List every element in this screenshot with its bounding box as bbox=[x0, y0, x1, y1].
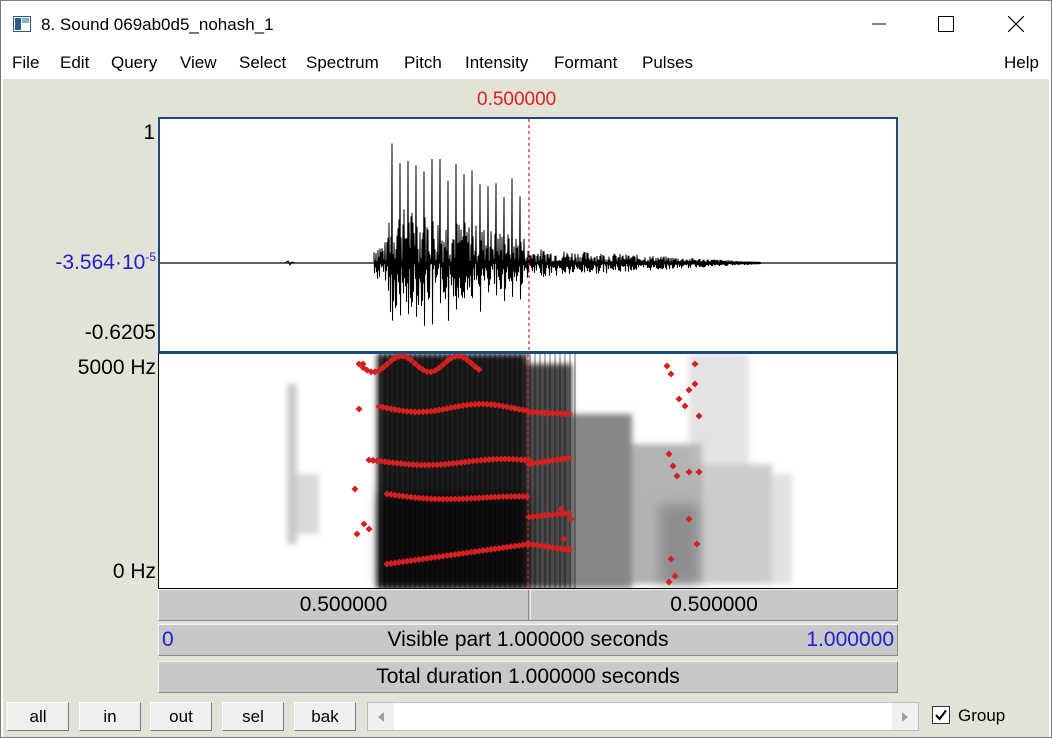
praat-sound-window-icon bbox=[13, 15, 31, 33]
amplitude-min-label: -0.6205 bbox=[84, 321, 156, 344]
formant-point bbox=[355, 405, 363, 413]
visible-end-time: 1.000000 bbox=[806, 628, 894, 651]
menu-query[interactable]: Query bbox=[111, 53, 157, 73]
menu-pitch[interactable]: Pitch bbox=[404, 53, 442, 73]
title-bar[interactable]: 8. Sound 069ab0d5_nohash_1 bbox=[1, 1, 1051, 47]
menu-file[interactable]: File bbox=[12, 53, 39, 73]
zoom-in-button[interactable]: in bbox=[79, 702, 141, 731]
selection-right-duration[interactable]: 0.500000 bbox=[530, 590, 897, 620]
selection-bar[interactable]: 0.500000 0.500000 bbox=[158, 589, 898, 621]
scroll-right-arrow-icon[interactable] bbox=[892, 703, 918, 730]
waveform-plot bbox=[160, 119, 896, 351]
menu-pulses[interactable]: Pulses bbox=[642, 53, 693, 73]
formant-point bbox=[360, 520, 368, 528]
amplitude-max-label: 1 bbox=[143, 121, 155, 144]
menu-formant[interactable]: Formant bbox=[554, 53, 617, 73]
group-label: Group bbox=[958, 706, 1006, 725]
zoom-out-button[interactable]: out bbox=[150, 702, 212, 731]
waveform-trace bbox=[160, 143, 896, 326]
visible-part-text: Visible part 1.000000 seconds bbox=[387, 628, 669, 651]
zoom-selection-button[interactable]: sel bbox=[222, 702, 284, 731]
total-duration-text: Total duration 1.000000 seconds bbox=[376, 665, 680, 688]
menu-view[interactable]: View bbox=[180, 53, 217, 73]
zoom-toolbar: all in out sel bak Group bbox=[3, 696, 1049, 737]
waveform-panel[interactable] bbox=[158, 117, 898, 353]
formant-point bbox=[681, 402, 689, 410]
spectrogram-panel[interactable] bbox=[158, 352, 898, 589]
menu-help[interactable]: Help bbox=[1004, 53, 1039, 73]
window-title: 8. Sound 069ab0d5_nohash_1 bbox=[41, 15, 274, 34]
formant-point bbox=[675, 395, 683, 403]
formant-point bbox=[365, 525, 373, 533]
selection-left-duration[interactable]: 0.500000 bbox=[159, 590, 529, 620]
spectrogram-plot bbox=[287, 354, 792, 588]
menu-spectrum[interactable]: Spectrum bbox=[306, 53, 379, 73]
editor-area: 0.500000 1 -3.564·10-5 -0.6205 5000 Hz 0… bbox=[3, 79, 1049, 696]
zoom-back-button[interactable]: bak bbox=[294, 702, 356, 731]
amplitude-zero-label: -3.564·10-5 bbox=[55, 250, 156, 275]
menu-bar: File Edit Query View Select Spectrum Pit… bbox=[1, 48, 1051, 78]
total-duration-bar[interactable]: Total duration 1.000000 seconds bbox=[158, 661, 898, 693]
scroll-left-arrow-icon[interactable] bbox=[368, 703, 394, 730]
frequency-max-label: 5000 Hz bbox=[77, 356, 156, 379]
formant-point bbox=[353, 530, 361, 538]
minimize-icon[interactable] bbox=[844, 1, 914, 47]
sound-editor-window: 8. Sound 069ab0d5_nohash_1 File Edit Que… bbox=[0, 0, 1052, 738]
formant-point bbox=[663, 362, 671, 370]
visible-start-time: 0 bbox=[162, 628, 174, 651]
close-icon[interactable] bbox=[981, 1, 1051, 47]
cursor-time-label: 0.500000 bbox=[477, 89, 557, 110]
amplitude-zero-mantissa: -3.564·10 bbox=[55, 251, 146, 274]
formant-point bbox=[667, 370, 675, 378]
group-checkbox[interactable] bbox=[932, 706, 950, 724]
horizontal-scrollbar[interactable] bbox=[367, 702, 919, 731]
amplitude-zero-exponent: -5 bbox=[145, 250, 156, 264]
visible-part-bar[interactable]: Visible part 1.000000 seconds 0 1.000000 bbox=[158, 624, 898, 656]
formant-point bbox=[351, 485, 359, 493]
menu-edit[interactable]: Edit bbox=[60, 53, 89, 73]
checkmark-icon bbox=[935, 709, 947, 721]
maximize-icon[interactable] bbox=[911, 1, 981, 47]
menu-intensity[interactable]: Intensity bbox=[465, 53, 528, 73]
zoom-all-button[interactable]: all bbox=[7, 702, 69, 731]
frequency-min-label: 0 Hz bbox=[112, 560, 156, 583]
menu-select[interactable]: Select bbox=[239, 53, 286, 73]
